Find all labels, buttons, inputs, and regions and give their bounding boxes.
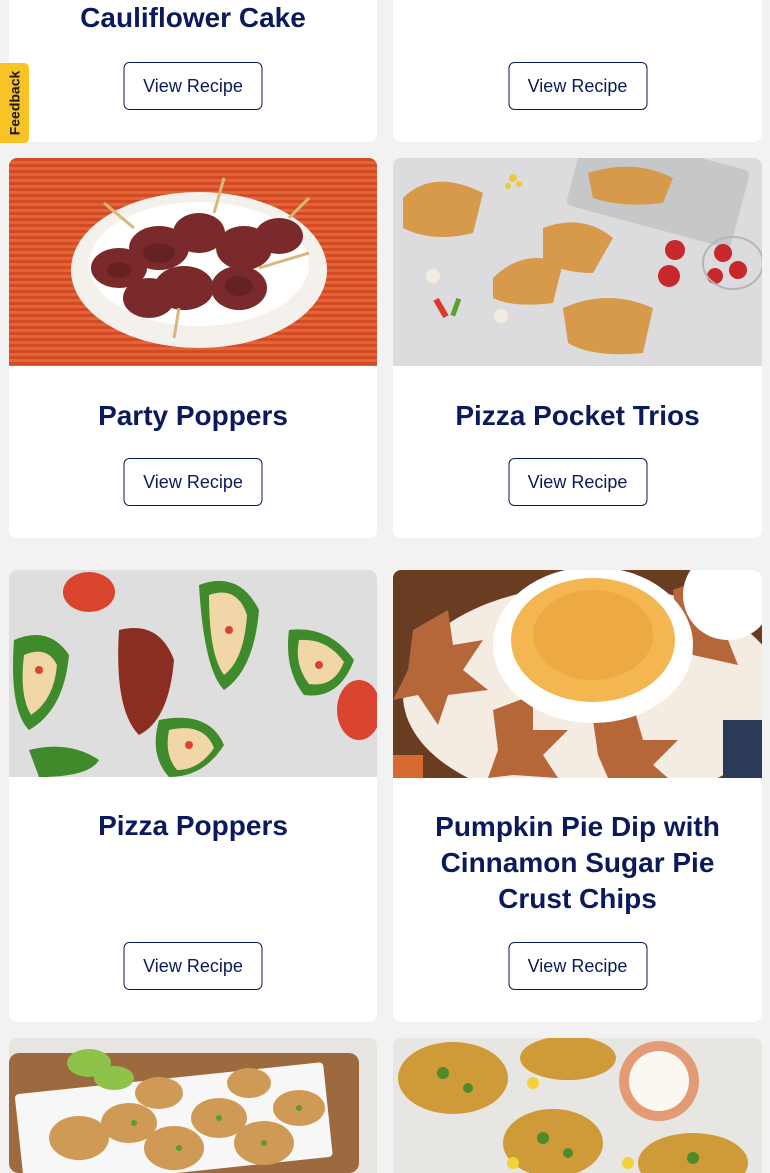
pumpkin-pie-dip-photo[interactable] bbox=[393, 570, 762, 778]
pizza-pocket-trios-photo[interactable] bbox=[393, 158, 762, 366]
recipe-card[interactable]: Party Poppers View Recipe bbox=[9, 158, 377, 538]
view-recipe-button[interactable]: View Recipe bbox=[508, 458, 647, 506]
party-poppers-photo[interactable] bbox=[9, 158, 377, 366]
recipe-title[interactable]: Pizza Pocket Trios bbox=[393, 398, 762, 434]
recipe-card[interactable]: Cauliflower Cake View Recipe bbox=[9, 0, 377, 142]
view-recipe-button[interactable]: View Recipe bbox=[508, 942, 647, 990]
view-recipe-button[interactable]: View Recipe bbox=[123, 62, 263, 110]
recipe-photo[interactable] bbox=[393, 1038, 762, 1173]
recipe-title[interactable]: Pumpkin Pie Dip with Cinnamon Sugar Pie … bbox=[393, 809, 762, 917]
recipe-card[interactable]: Pizza Pocket Trios View Recipe bbox=[393, 158, 762, 538]
pizza-poppers-photo[interactable] bbox=[9, 570, 377, 777]
recipe-card[interactable]: Pumpkin Pie Dip with Cinnamon Sugar Pie … bbox=[393, 570, 762, 1022]
view-recipe-button[interactable]: View Recipe bbox=[123, 942, 263, 990]
recipe-title[interactable]: Party Poppers bbox=[9, 398, 377, 434]
recipe-title[interactable]: Pizza Poppers bbox=[9, 808, 377, 844]
recipe-card[interactable]: View Recipe bbox=[393, 0, 762, 142]
view-recipe-button[interactable]: View Recipe bbox=[123, 458, 263, 506]
view-recipe-button[interactable]: View Recipe bbox=[508, 62, 647, 110]
recipe-photo[interactable] bbox=[9, 1038, 377, 1173]
feedback-tab[interactable]: Feedback bbox=[0, 63, 29, 143]
recipe-card[interactable] bbox=[9, 1038, 377, 1173]
feedback-label: Feedback bbox=[6, 70, 23, 136]
recipe-card[interactable] bbox=[393, 1038, 762, 1173]
recipe-card[interactable]: Pizza Poppers View Recipe bbox=[9, 570, 377, 1022]
recipe-title[interactable]: Cauliflower Cake bbox=[9, 0, 377, 36]
